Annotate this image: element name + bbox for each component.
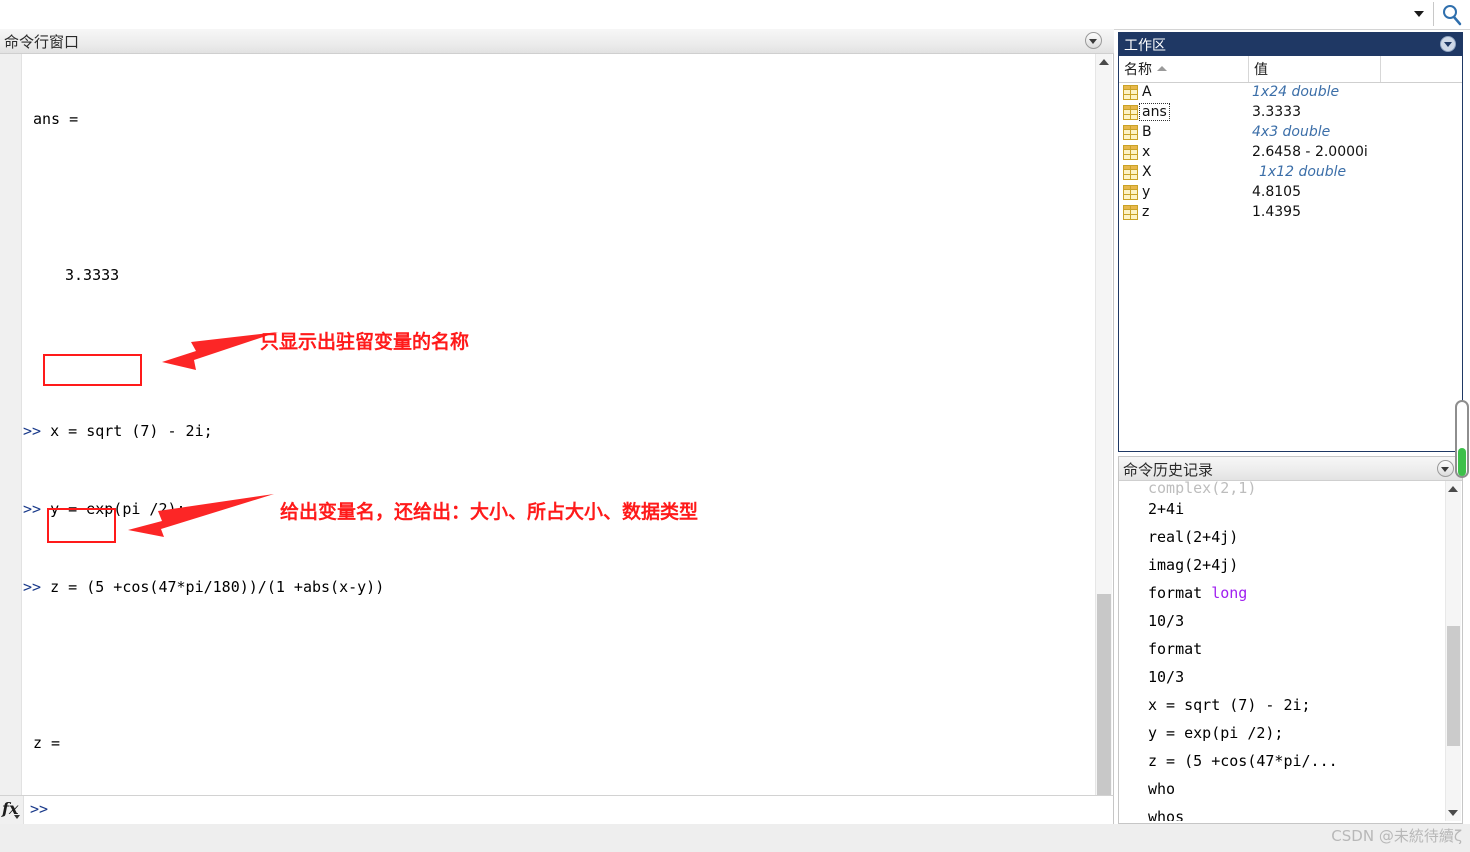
annotation-box-who	[43, 354, 142, 386]
command-history-item[interactable]: 10/3	[1120, 663, 1445, 691]
workspace-row-name: X	[1142, 164, 1152, 180]
variable-matrix-icon	[1123, 125, 1138, 140]
workspace-row[interactable]: z 1.4395	[1119, 203, 1462, 223]
page-scrollbar[interactable]	[1455, 400, 1469, 478]
workspace-variable-list[interactable]: A 1x24 double ans 3.3333 B 4x3 double x 2.6458 …	[1119, 83, 1462, 450]
command-input-bar[interactable]: fx >>	[0, 795, 1114, 824]
workspace-row-value: 4x3 double	[1252, 124, 1331, 140]
history-keyword: long	[1211, 584, 1248, 602]
workspace-title: 工作区	[1124, 38, 1166, 54]
workspace-row-name: y	[1142, 184, 1151, 200]
command-history-title: 命令历史记录	[1123, 461, 1214, 479]
console-line: >> z = (5 +cos(47*pi/180))/(1 +abs(x-y))	[23, 578, 385, 596]
command-history-item[interactable]: complex(2,1)	[1120, 481, 1445, 495]
workspace-col-name[interactable]: 名称	[1119, 56, 1249, 82]
workspace-row[interactable]: B 4x3 double	[1119, 123, 1462, 143]
command-history-scrollbar[interactable]	[1445, 481, 1461, 821]
command-history-panel: 命令历史记录 complex(2,1) 2+4i real(2+4j) imag(2+…	[1118, 456, 1463, 824]
command-prompt: >>	[30, 800, 49, 818]
sort-ascending-icon	[1157, 66, 1167, 71]
console-line: >> x = sqrt (7) - 2i;	[23, 422, 213, 440]
workspace-row-name: x	[1142, 144, 1151, 160]
annotation-box-whos	[47, 508, 116, 543]
workspace-col-name-label: 名称	[1124, 62, 1152, 78]
command-window-titlebar: 命令行窗口	[0, 29, 1114, 54]
command-history-item[interactable]: y = exp(pi /2);	[1120, 719, 1445, 747]
workspace-col-value-label: 值	[1254, 62, 1268, 78]
workspace-row-value: 1x24 double	[1252, 84, 1340, 100]
command-window-output[interactable]: ans = 3.3333 >> x = sqrt (7) - 2i; >> y …	[23, 54, 1086, 799]
command-window-gutter	[0, 54, 22, 799]
caret-down-icon[interactable]	[14, 815, 20, 819]
command-history-list[interactable]: complex(2,1) 2+4i real(2+4j) imag(2+4j) form…	[1120, 481, 1445, 821]
top-toolbar	[0, 0, 1470, 30]
command-history-item[interactable]: imag(2+4j)	[1120, 551, 1445, 579]
chevron-up-icon[interactable]	[1446, 481, 1460, 497]
scrollbar-thumb[interactable]	[1447, 626, 1460, 746]
command-history-item[interactable]: format	[1120, 635, 1445, 663]
variable-matrix-icon	[1123, 85, 1138, 100]
command-history-item[interactable]: x = sqrt (7) - 2i;	[1120, 691, 1445, 719]
chevron-down-icon[interactable]	[1414, 11, 1424, 17]
command-history-item[interactable]: 2+4i	[1120, 495, 1445, 523]
page-scrollbar-thumb[interactable]	[1458, 448, 1466, 476]
variable-matrix-icon	[1123, 205, 1138, 220]
command-history-item[interactable]: who	[1120, 775, 1445, 803]
annotation-text-who: 只显示出驻留变量的名称	[260, 331, 470, 353]
workspace-row-value: 3.3333	[1252, 104, 1301, 120]
scrollbar-thumb[interactable]	[1097, 594, 1111, 809]
command-history-titlebar: 命令历史记录	[1119, 457, 1462, 481]
workspace-row-value: 1.4395	[1252, 204, 1301, 220]
workspace-row[interactable]: A 1x24 double	[1119, 83, 1462, 103]
workspace-row-name: A	[1142, 84, 1152, 100]
command-history-item[interactable]: format long	[1120, 579, 1445, 607]
command-history-item[interactable]: whos	[1120, 803, 1445, 821]
chevron-up-icon[interactable]	[1096, 54, 1112, 70]
bottom-strip	[0, 824, 1470, 852]
workspace-row[interactable]: X 1x12 double	[1119, 163, 1462, 183]
chevron-down-icon[interactable]	[1446, 805, 1460, 821]
workspace-col-value[interactable]: 值	[1249, 56, 1381, 82]
annotation-arrow-whos	[128, 494, 274, 537]
workspace-row[interactable]: x 2.6458 - 2.0000i	[1119, 143, 1462, 163]
function-browser-button[interactable]: fx	[0, 796, 24, 824]
workspace-row-name: z	[1142, 204, 1150, 220]
variable-matrix-icon	[1123, 145, 1138, 160]
command-history-collapse-icon[interactable]	[1437, 460, 1454, 477]
watermark: CSDN @未統待續ζ	[1331, 827, 1462, 845]
command-window-panel: 命令行窗口 ans = 3.3333 >> x = sqrt (7) - 2i;…	[0, 29, 1114, 824]
search-icon[interactable]	[1440, 3, 1464, 27]
workspace-titlebar: 工作区	[1119, 33, 1462, 56]
variable-matrix-icon	[1123, 185, 1138, 200]
workspace-collapse-icon[interactable]	[1440, 36, 1456, 52]
console-line: ans =	[33, 110, 79, 128]
workspace-col-blank[interactable]	[1381, 56, 1462, 82]
command-window-scrollbar[interactable]	[1095, 54, 1112, 824]
variable-matrix-icon	[1123, 105, 1138, 120]
annotation-text-whos: 给出变量名，还给出：大小、所占大小、数据类型	[280, 501, 699, 523]
command-window-title: 命令行窗口	[4, 33, 80, 51]
command-history-item[interactable]: z = (5 +cos(47*pi/...	[1120, 747, 1445, 775]
console-line: 3.3333	[65, 266, 120, 284]
workspace-row-value: 4.8105	[1252, 184, 1301, 200]
command-window-collapse-icon[interactable]	[1085, 32, 1102, 49]
workspace-row-value: 2.6458 - 2.0000i	[1252, 144, 1368, 160]
workspace-row-name: ans	[1139, 103, 1170, 121]
workspace-row-value: 1x12 double	[1259, 164, 1347, 180]
command-history-item[interactable]: 10/3	[1120, 607, 1445, 635]
console-line: z =	[33, 734, 61, 752]
workspace-row[interactable]: y 4.8105	[1119, 183, 1462, 203]
workspace-column-header: 名称 值	[1119, 56, 1462, 83]
toolbar-divider	[1433, 2, 1434, 26]
workspace-row-name: B	[1142, 124, 1152, 140]
workspace-panel: 工作区 名称 值 A 1x24 double ans 3.3333 B 4x3 doubl…	[1118, 32, 1463, 452]
workspace-row[interactable]: ans 3.3333	[1119, 103, 1462, 123]
variable-matrix-icon	[1123, 165, 1138, 180]
command-history-item[interactable]: real(2+4j)	[1120, 523, 1445, 551]
